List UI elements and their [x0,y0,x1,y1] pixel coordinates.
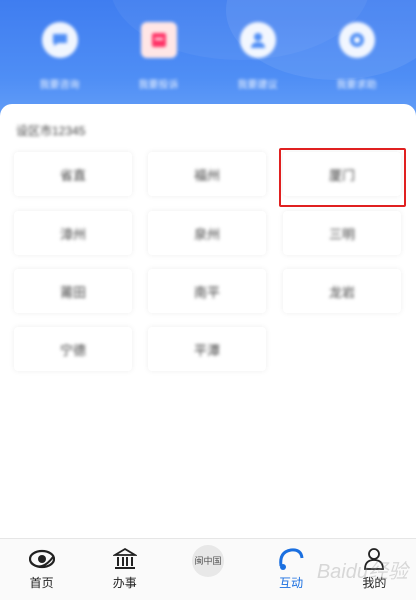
city-label: 龙岩 [328,284,355,300]
city-label: 省直 [59,167,86,183]
building-icon [111,545,139,573]
watermark: Baidu经验 [316,561,408,583]
city-label: 宁德 [59,342,86,358]
help-icon [338,22,375,58]
quick-action-label: 我要咨询 [39,80,80,91]
city-button[interactable]: 漳州 [14,211,132,255]
seal-icon: 闽中国 [191,545,224,577]
nav-label: 办事 [112,576,137,590]
city-button[interactable]: 南平 [148,269,266,313]
section-title: 设区市12345 [16,124,86,138]
quick-action-label: 我要投诉 [138,80,179,91]
city-label: 南平 [193,284,220,300]
quick-action-help[interactable]: 我要求助 [317,22,397,102]
quick-actions: 我要咨询 我要投诉 我要建议 我要求助 [0,22,416,102]
city-label: 泉州 [193,226,220,242]
city-label: 三明 [328,226,355,242]
nav-label: 互动 [279,576,304,590]
nav-services[interactable]: 办事 [90,545,160,591]
city-label: 厦门 [328,167,355,183]
chat-icon [41,22,78,58]
city-button[interactable]: 平潭 [148,327,266,371]
city-button[interactable]: 莆田 [14,269,132,313]
quick-action-label: 我要求助 [336,80,377,91]
city-button-xiamen[interactable]: 厦门 [283,152,401,196]
nav-label: 首页 [29,576,54,590]
city-button[interactable]: 泉州 [148,211,266,255]
city-label: 莆田 [59,284,86,300]
city-button[interactable]: 三明 [283,211,401,255]
quick-action-label: 我要建议 [237,80,278,91]
city-button[interactable]: 福州 [148,152,266,196]
quick-action-consult[interactable]: 我要咨询 [20,22,100,102]
nav-center-seal[interactable]: 闽中国 中国 [173,545,243,577]
suggestion-icon [239,22,276,58]
seal-text: 闽中国 [194,555,222,566]
complaint-icon [140,22,177,58]
city-label: 平潭 [193,342,220,358]
home-eye-icon [28,545,56,573]
12345-icon [277,545,305,573]
city-button[interactable]: 省直 [14,152,132,196]
quick-action-complaint[interactable]: 我要投诉 [119,22,199,102]
city-label: 漳州 [59,226,86,242]
nav-home[interactable]: 首页 [7,545,77,591]
city-button[interactable]: 龙岩 [283,269,401,313]
nav-interact[interactable]: 互动 [256,545,326,591]
quick-action-suggest[interactable]: 我要建议 [218,22,298,102]
city-label: 福州 [193,167,220,183]
city-button[interactable]: 宁德 [14,327,132,371]
